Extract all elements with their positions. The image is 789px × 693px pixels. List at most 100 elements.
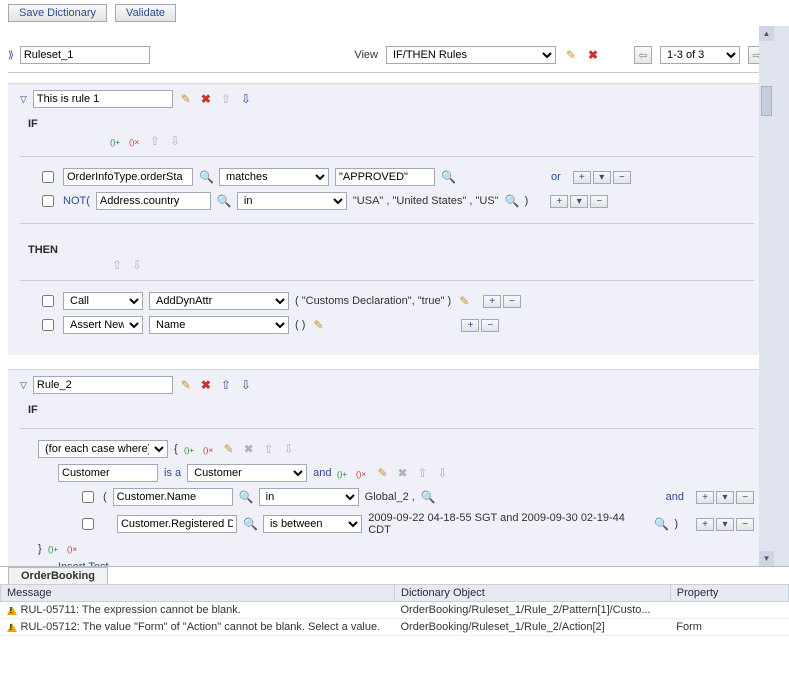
cust-x-icon[interactable]: ✖ xyxy=(395,466,409,480)
cond2-field-search-icon[interactable]: 🔍 xyxy=(217,194,231,208)
scope-add-pattern-icon[interactable]: ()+ xyxy=(184,443,197,456)
then2-args-edit-icon[interactable]: ✎ xyxy=(311,318,325,332)
r1-add-button[interactable]: + xyxy=(696,491,714,504)
r2-remove-button[interactable]: − xyxy=(736,518,754,531)
cond1-or-label[interactable]: or xyxy=(551,171,561,183)
table-row[interactable]: RUL-05711: The expression cannot be blan… xyxy=(1,602,789,619)
cust-add-pattern-icon[interactable]: ()+ xyxy=(337,467,350,480)
r1-remove-button[interactable]: − xyxy=(736,491,754,504)
r2-field-search-icon[interactable]: 🔍 xyxy=(243,517,257,531)
move-up-rule1-icon[interactable]: ⇧ xyxy=(219,92,233,106)
cond2-add-button[interactable]: + xyxy=(550,195,568,208)
scroll-down-arrow[interactable]: ▼ xyxy=(759,551,774,566)
cust-remove-pattern-icon[interactable]: ()× xyxy=(356,467,369,480)
scope-x-icon[interactable]: ✖ xyxy=(242,442,256,456)
r1-value-search-icon[interactable]: 🔍 xyxy=(421,490,435,504)
delete-rule-icon[interactable]: ✖ xyxy=(586,48,600,62)
vertical-scrollbar[interactable]: ▲ ▼ xyxy=(759,26,774,566)
cond1-value-input[interactable] xyxy=(335,168,435,186)
cond1-field-input[interactable] xyxy=(63,168,193,186)
cond2-not-label[interactable]: NOT( xyxy=(63,195,90,207)
delete-rule1-icon[interactable]: ✖ xyxy=(199,92,213,106)
then2-target-select[interactable]: Name xyxy=(149,316,289,334)
scope-edit-icon[interactable]: ✎ xyxy=(222,442,236,456)
bottom-add-pattern-icon[interactable]: ()+ xyxy=(48,542,61,555)
cust-edit-icon[interactable]: ✎ xyxy=(375,466,389,480)
remove-pattern-icon[interactable]: ()× xyxy=(129,135,142,148)
r2-field-input[interactable] xyxy=(117,515,237,533)
expand-rule1-icon[interactable]: ▽ xyxy=(20,94,27,105)
then2-remove-button[interactable]: − xyxy=(481,319,499,332)
pager-range-select[interactable]: 1-3 of 3 xyxy=(660,46,740,64)
r2-add-button[interactable]: + xyxy=(696,518,714,531)
r1-field-search-icon[interactable]: 🔍 xyxy=(239,490,253,504)
r1-field-input[interactable] xyxy=(113,488,233,506)
pager-prev-button[interactable]: ⇦ xyxy=(634,46,652,64)
then1-target-select[interactable]: AddDynAttr xyxy=(149,292,289,310)
then2-checkbox[interactable] xyxy=(42,319,54,331)
cond1-menu-button[interactable]: ▾ xyxy=(593,171,611,184)
r2-menu-button[interactable]: ▾ xyxy=(716,518,734,531)
cond2-op-select[interactable]: in xyxy=(237,192,347,210)
messages-tab[interactable]: OrderBooking xyxy=(8,567,108,584)
cond1-add-button[interactable]: + xyxy=(573,171,591,184)
add-rule-icon[interactable]: ✎ xyxy=(564,48,578,62)
rule2-if-label: IF xyxy=(20,394,754,420)
edit-rule1-icon[interactable]: ✎ xyxy=(179,92,193,106)
then2-action-select[interactable]: Assert New xyxy=(63,316,143,334)
cond2-value-search-icon[interactable]: 🔍 xyxy=(505,194,519,208)
move-up-rule2-icon[interactable]: ⇧ xyxy=(219,378,233,392)
add-pattern-icon[interactable]: ()+ xyxy=(110,135,123,148)
r1-op-select[interactable]: in xyxy=(259,488,359,506)
scope-up-icon[interactable]: ⇧ xyxy=(262,442,276,456)
move-down-rule1-icon[interactable]: ⇩ xyxy=(239,92,253,106)
cond1-checkbox[interactable] xyxy=(42,171,54,183)
cond2-remove-button[interactable]: − xyxy=(590,195,608,208)
cond1-field-search-icon[interactable]: 🔍 xyxy=(199,170,213,184)
then1-add-button[interactable]: + xyxy=(483,295,501,308)
cond1-remove-button[interactable]: − xyxy=(613,171,631,184)
expand-rule2-icon[interactable]: ▽ xyxy=(20,380,27,391)
table-row[interactable]: RUL-05712: The value "Form" of "Action" … xyxy=(1,619,789,636)
move-cond-up-icon[interactable]: ⇧ xyxy=(148,134,162,148)
customer-var-input[interactable] xyxy=(58,464,158,482)
then1-checkbox[interactable] xyxy=(42,295,54,307)
cond2-menu-button[interactable]: ▾ xyxy=(570,195,588,208)
view-select[interactable]: IF/THEN Rules xyxy=(386,46,556,64)
scroll-up-arrow[interactable]: ▲ xyxy=(759,26,774,41)
customer-type-select[interactable]: Customer xyxy=(187,464,307,482)
r1-menu-button[interactable]: ▾ xyxy=(716,491,734,504)
move-down-rule2-icon[interactable]: ⇩ xyxy=(239,378,253,392)
then-move-up-icon[interactable]: ⇧ xyxy=(110,258,124,272)
delete-rule2-icon[interactable]: ✖ xyxy=(199,378,213,392)
r1-checkbox[interactable] xyxy=(82,491,94,503)
cust-down-icon[interactable]: ⇩ xyxy=(435,466,449,480)
bottom-remove-pattern-icon[interactable]: ()× xyxy=(67,542,80,555)
cond2-checkbox[interactable] xyxy=(42,195,54,207)
then1-action-select[interactable]: Call xyxy=(63,292,143,310)
then1-remove-button[interactable]: − xyxy=(503,295,521,308)
rule2-name-input[interactable] xyxy=(33,376,173,394)
scroll-thumb[interactable] xyxy=(761,86,772,116)
then1-args-edit-icon[interactable]: ✎ xyxy=(457,294,471,308)
scope-select[interactable]: (for each case where) xyxy=(38,440,168,458)
r2-checkbox[interactable] xyxy=(82,518,94,530)
then2-add-button[interactable]: + xyxy=(461,319,479,332)
r2-value-search-icon[interactable]: 🔍 xyxy=(654,517,668,531)
insert-test-link[interactable]: Insert Test xyxy=(58,561,109,566)
ruleset-name-input[interactable] xyxy=(20,46,150,64)
collapse-ruleset-icon[interactable]: ⟩⟩ xyxy=(8,50,12,61)
then-move-down-icon[interactable]: ⇩ xyxy=(130,258,144,272)
cond1-value-search-icon[interactable]: 🔍 xyxy=(441,170,455,184)
edit-rule2-icon[interactable]: ✎ xyxy=(179,378,193,392)
scope-down-icon[interactable]: ⇩ xyxy=(282,442,296,456)
save-dictionary-button[interactable]: Save Dictionary xyxy=(8,4,107,22)
move-cond-down-icon[interactable]: ⇩ xyxy=(168,134,182,148)
cond1-op-select[interactable]: matches xyxy=(219,168,329,186)
cust-up-icon[interactable]: ⇧ xyxy=(415,466,429,480)
rule1-name-input[interactable] xyxy=(33,90,173,108)
scope-remove-pattern-icon[interactable]: ()× xyxy=(203,443,216,456)
validate-button[interactable]: Validate xyxy=(115,4,176,22)
cond2-field-input[interactable] xyxy=(96,192,211,210)
r2-op-select[interactable]: is between xyxy=(263,515,362,533)
